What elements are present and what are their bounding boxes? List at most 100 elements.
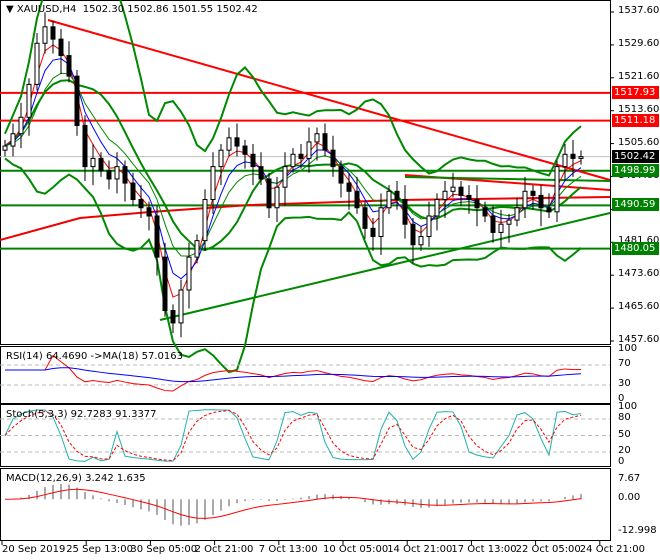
rsi-tick: 100 [618,343,638,354]
candle-body [578,156,584,159]
candle-body [330,149,336,168]
support-trendline [159,212,611,321]
level-tag: 1517.93 [612,85,659,99]
level-tag: 1511.18 [612,113,659,127]
candle-body [34,42,40,85]
level-tag: 1490.59 [612,198,659,212]
symbol-label: XAUUSD,H4 [16,4,77,15]
rsi-tick: 30 [618,378,631,389]
level-tag: 1498.99 [612,163,659,177]
macd-tick: 0.00 [618,492,641,504]
candle-body [82,125,88,168]
candle-body [162,256,168,312]
candle-body [386,190,392,209]
candle-body [410,223,416,246]
candle-body [226,137,232,151]
candle-body [506,219,512,225]
candle-body [114,166,120,180]
stoch-tick: 100 [618,401,638,412]
candle-body [458,186,464,196]
macd-label: MACD(12,26,9) 3.242 1.635 [6,473,146,484]
stoch-tick: 20 [618,445,631,456]
candle-body [266,178,272,209]
candle-body [474,199,480,209]
candle-body [450,186,456,192]
x-tick-label: 20 Sep 2019 [2,544,66,555]
candle-body [298,153,304,159]
candle-body [282,166,288,188]
candle-body [466,194,472,201]
x-tick-label: 22 Oct 05:00 [515,544,581,555]
collapse-triangle-icon[interactable]: ▼ [6,4,14,15]
y-tick-label: 1473.60 [618,268,660,280]
stoch-label: Stoch(5,3,3) 92.7283 91.3377 [6,409,157,420]
candle-body [10,133,16,147]
candle-body [2,145,8,151]
candle-body [554,166,560,213]
candle-body [442,190,448,201]
macd-tick: -12.998 [618,525,657,536]
candle-body [50,26,56,40]
candle-body [378,207,384,238]
rsi-label: RSI(14) 64.4690 ->MA(18) 57.0163 [6,351,183,362]
candle-body [66,55,72,77]
x-tick-label: 14 Oct 21:00 [387,544,453,555]
candle-body [546,207,552,213]
candle-body [346,182,352,192]
low-value: 1501.55 [171,4,214,15]
candle-body [434,199,440,217]
candle-body [234,137,240,147]
candle-body [170,310,176,324]
candle-body [274,186,280,209]
open-value: 1502.30 [82,4,125,15]
candle-body [370,227,376,238]
candle-body [130,182,136,201]
y-tick-label: 1505.60 [618,136,660,148]
candle-body [250,153,256,168]
candle-body [178,289,184,324]
candle-body [26,83,32,118]
main-pane [0,0,611,345]
candle-body [58,38,64,57]
chart-title: ▼ XAUUSD,H4 1502.30 1502.86 1501.55 1502… [6,4,258,15]
candle-body [210,166,216,201]
candle-body [202,199,208,242]
candle-body [186,256,192,291]
candle-body [394,190,400,201]
candle-body [354,190,360,209]
macd-tick: 7.67 [618,473,641,484]
candle-body [338,166,344,184]
candle-body [74,75,80,127]
candle-body [314,133,320,143]
close-value: 1502.42 [216,4,258,15]
candle-body [538,194,544,209]
candle-body [122,166,128,184]
candle-body [402,199,408,225]
candle-body [218,149,224,168]
level-tag: 1480.05 [612,241,659,255]
bollinger-band [4,157,582,374]
x-tick-label: 24 Oct 21:00 [579,544,645,555]
candle-body [498,223,504,233]
x-tick-label: 10 Oct 05:00 [323,544,389,555]
candle-body [106,170,112,180]
candle-body [514,207,520,221]
candle-body [562,153,568,168]
candle-body [490,215,496,233]
x-tick-label: 17 Oct 13:00 [451,544,517,555]
macd-signal-line [4,488,582,519]
candle-body [482,207,488,217]
candle-body [90,157,96,168]
candle-body [522,190,528,209]
candle-body [362,207,368,229]
stoch-tick: 50 [618,428,631,440]
x-tick-label: 2 Oct 21:00 [194,544,254,555]
candle-body [138,199,144,209]
candle-body [530,190,536,196]
stoch-tick: 0 [618,456,625,467]
stoch-tick: 80 [618,412,631,423]
candle-body [194,240,200,258]
y-tick-label: 1537.60 [618,5,660,16]
candle-body [242,145,248,155]
candle-body [98,157,104,172]
